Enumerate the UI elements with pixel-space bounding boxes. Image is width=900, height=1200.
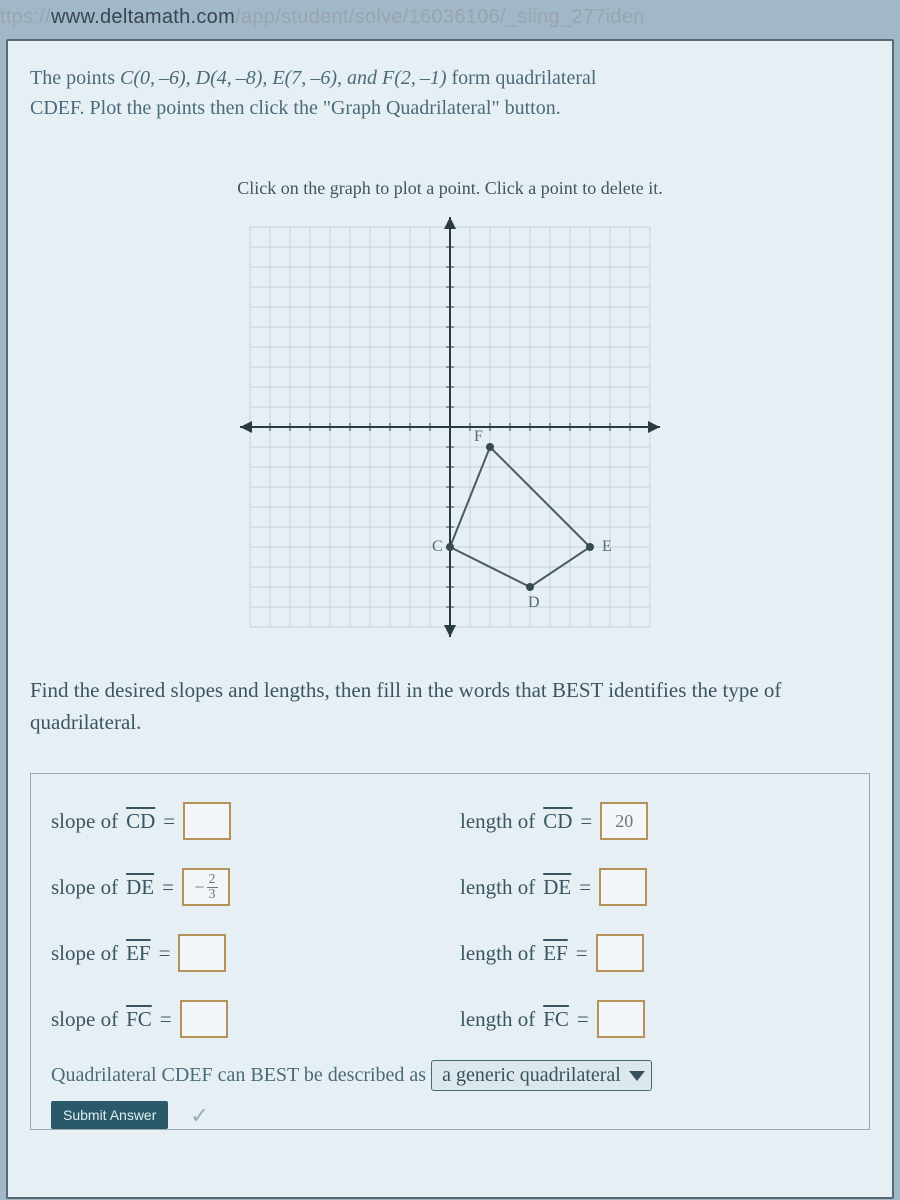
point-label-c: C xyxy=(432,538,443,555)
slope-cd-input[interactable] xyxy=(183,802,231,840)
problem-statement: The points C(0, –6), D(4, –8), E(7, –6),… xyxy=(30,63,870,123)
length-ef-row: length of EF = xyxy=(460,934,849,972)
slope-cd-row: slope of CD = xyxy=(51,802,440,840)
url-bar: ttps://www.deltamath.com/app/student/sol… xyxy=(0,0,900,39)
problem-panel: The points C(0, –6), D(4, –8), E(7, –6),… xyxy=(6,39,894,1199)
point-label-d: D xyxy=(528,594,540,611)
graph-instruction: Click on the graph to plot a point. Clic… xyxy=(30,178,870,199)
slope-de-row: slope of DE = − 2 3 xyxy=(51,868,440,906)
point-c[interactable] xyxy=(446,543,454,551)
length-de-row: length of DE = xyxy=(460,868,849,906)
slope-ef-row: slope of EF = xyxy=(51,934,440,972)
point-d[interactable] xyxy=(526,583,534,591)
length-fc-row: length of FC = xyxy=(460,1000,849,1038)
length-cd-row: length of CD = 20 xyxy=(460,802,849,840)
coordinate-graph[interactable]: C D E F xyxy=(230,207,670,647)
submit-answer-button[interactable]: Submit Answer xyxy=(51,1101,168,1129)
slope-ef-input[interactable] xyxy=(178,934,226,972)
quadrilateral-type-dropdown[interactable]: a generic quadrilateral xyxy=(431,1060,652,1091)
point-label-e: E xyxy=(602,538,612,555)
slope-de-input[interactable]: − 2 3 xyxy=(182,868,230,906)
slope-fc-row: slope of FC = xyxy=(51,1000,440,1038)
length-fc-input[interactable] xyxy=(597,1000,645,1038)
chevron-down-icon xyxy=(629,1071,645,1081)
answer-section: slope of CD = length of CD = 20 slope of… xyxy=(30,773,870,1130)
quadrilateral-shape xyxy=(450,447,590,587)
length-de-input[interactable] xyxy=(599,868,647,906)
instruction-text: Find the desired slopes and lengths, the… xyxy=(30,675,870,738)
check-icon: ✓ xyxy=(190,1103,208,1129)
point-label-f: F xyxy=(474,428,483,445)
slope-fc-input[interactable] xyxy=(180,1000,228,1038)
point-e[interactable] xyxy=(586,543,594,551)
point-f[interactable] xyxy=(486,443,494,451)
length-ef-input[interactable] xyxy=(596,934,644,972)
length-cd-input[interactable]: 20 xyxy=(600,802,648,840)
conclusion-row: Quadrilateral CDEF can BEST be described… xyxy=(51,1060,849,1091)
dropdown-selected: a generic quadrilateral xyxy=(442,1064,621,1087)
